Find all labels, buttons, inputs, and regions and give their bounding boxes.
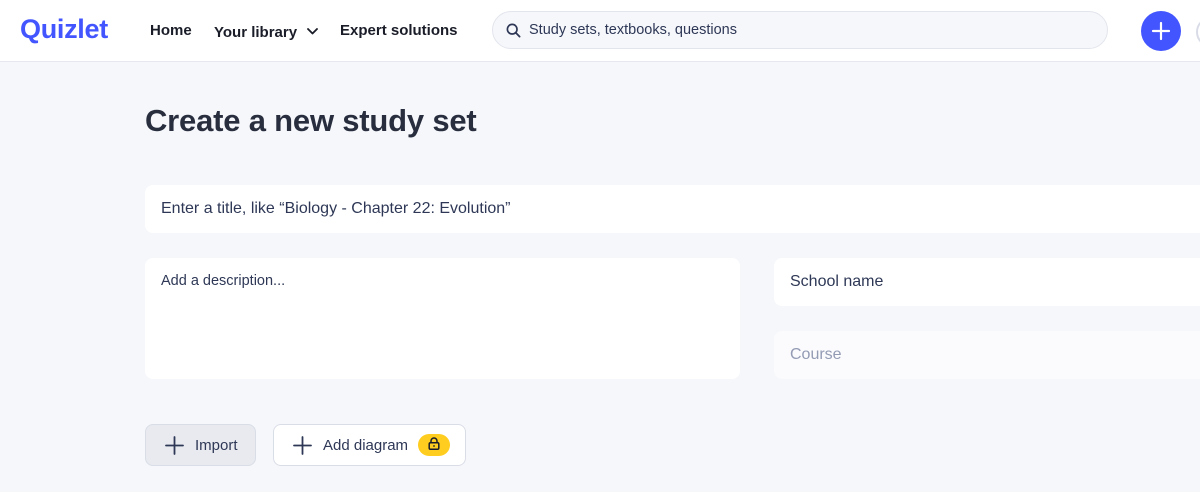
top-navigation-bar: Quizlet Home Your library Expert solutio… <box>0 0 1200 62</box>
nav-your-library[interactable]: Your library <box>214 22 318 41</box>
description-input[interactable] <box>145 258 740 379</box>
page-title: Create a new study set <box>145 103 477 138</box>
import-button[interactable]: Import <box>145 424 256 466</box>
chevron-down-icon <box>307 22 318 39</box>
search-input[interactable] <box>529 12 1089 48</box>
lock-badge <box>418 434 451 456</box>
plus-icon <box>293 435 312 455</box>
plus-icon <box>165 435 184 455</box>
create-button[interactable] <box>1141 11 1181 51</box>
lock-icon <box>428 436 440 454</box>
title-input[interactable] <box>145 185 1200 233</box>
search-bar[interactable] <box>492 11 1108 49</box>
import-button-label: Import <box>195 436 238 454</box>
school-name-input[interactable] <box>774 258 1200 306</box>
search-icon <box>506 23 521 43</box>
course-input[interactable] <box>774 331 1200 379</box>
add-diagram-button[interactable]: Add diagram <box>273 424 466 466</box>
nav-home[interactable]: Home <box>150 22 192 39</box>
quizlet-logo[interactable]: Quizlet <box>20 14 108 45</box>
nav-expert-solutions[interactable]: Expert solutions <box>340 22 458 39</box>
avatar[interactable] <box>1196 17 1200 47</box>
nav-your-library-label: Your library <box>214 24 298 41</box>
add-diagram-button-label: Add diagram <box>323 436 409 454</box>
